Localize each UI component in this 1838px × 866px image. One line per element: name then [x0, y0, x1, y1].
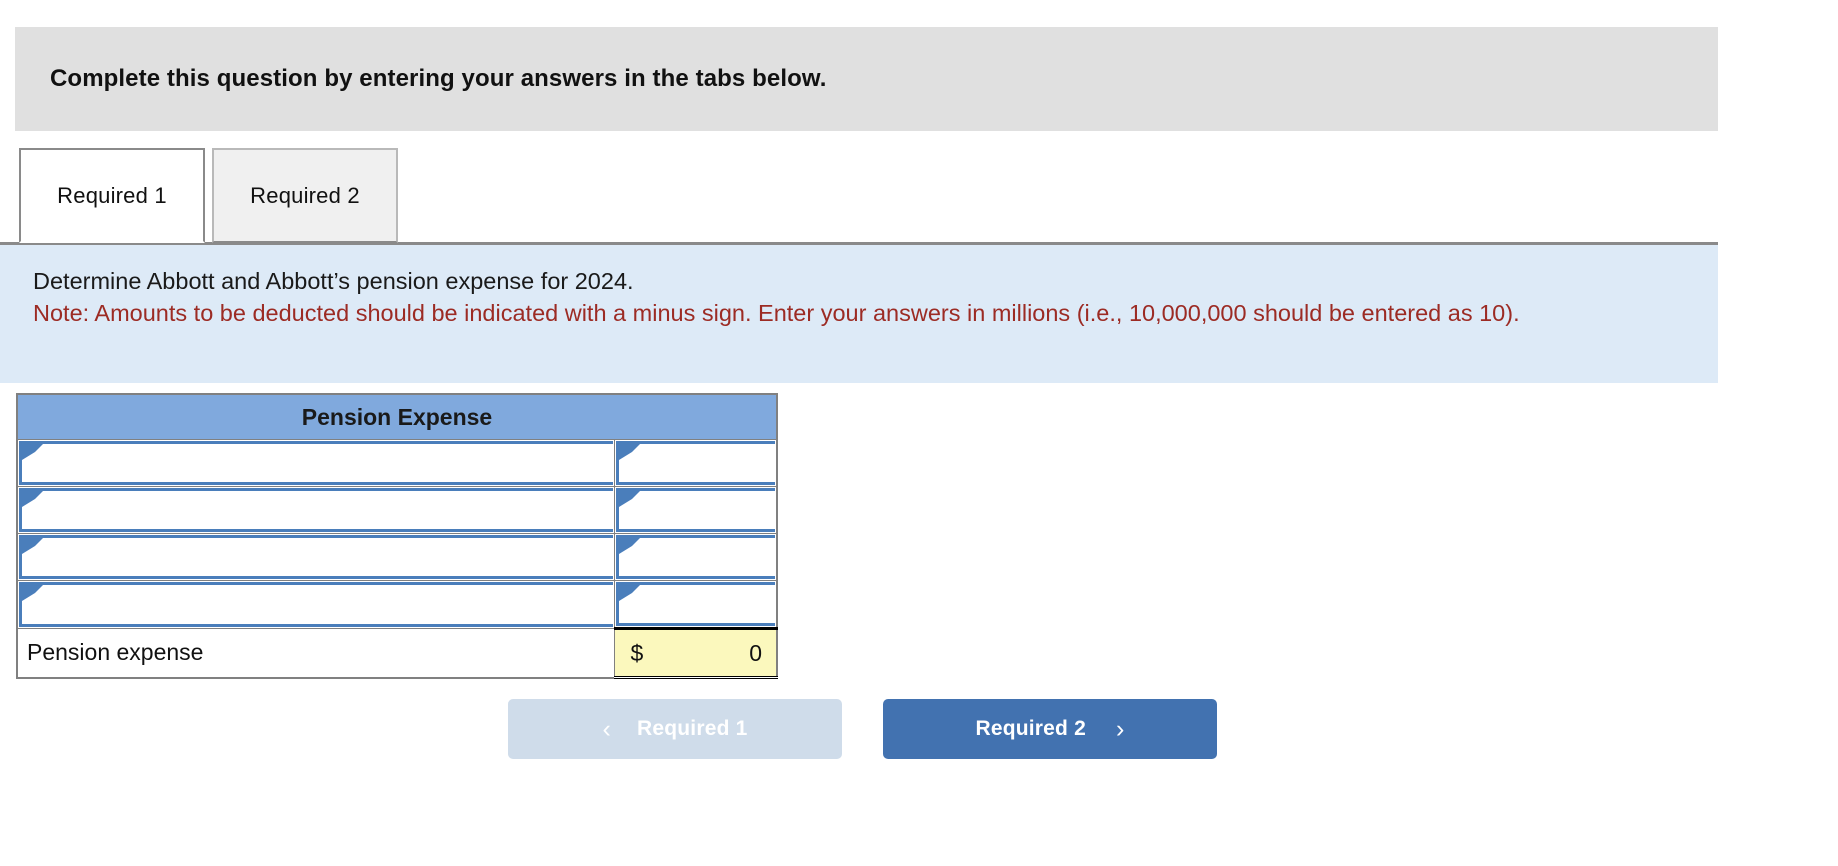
table-row: [16, 580, 778, 629]
tab-required-2-label: Required 2: [250, 182, 360, 208]
table-row: [16, 439, 778, 487]
row-2-label-cell[interactable]: [16, 486, 615, 534]
row-1-label-cell[interactable]: [16, 439, 615, 487]
tab-required-1[interactable]: Required 1: [19, 148, 205, 243]
total-value-wrapper: $ 0: [615, 630, 777, 676]
row-4-label-cell[interactable]: [16, 580, 615, 629]
row-4-amount-input[interactable]: [615, 582, 775, 626]
chevron-left-icon: ‹: [602, 714, 611, 743]
tab-required-2[interactable]: Required 2: [212, 148, 398, 243]
table-total-row: Pension expense $ 0: [16, 627, 778, 679]
table-row: [16, 533, 778, 581]
banner-text: Complete this question by entering your …: [50, 65, 827, 92]
dropdown-triangle-icon: [22, 538, 43, 554]
currency-symbol: $: [630, 639, 644, 666]
previous-button-label: Required 1: [637, 717, 748, 740]
row-3-label-input[interactable]: [19, 535, 613, 579]
dropdown-triangle-icon: [618, 585, 640, 601]
row-4-label-input[interactable]: [19, 582, 613, 627]
row-1-label-input[interactable]: [19, 441, 613, 485]
instruction-main-text: Determine Abbott and Abbott’s pension ex…: [33, 268, 634, 294]
dropdown-triangle-icon: [22, 444, 43, 460]
pension-expense-total-label: Pension expense: [16, 628, 615, 678]
tab-strip: Required 1 Required 2: [0, 148, 1718, 244]
dropdown-triangle-icon: [618, 491, 640, 507]
row-2-amount-cell[interactable]: [613, 486, 778, 534]
pension-expense-header: Pension Expense: [16, 393, 778, 440]
row-4-amount-cell[interactable]: [613, 580, 778, 629]
instructions-panel: Determine Abbott and Abbott’s pension ex…: [0, 243, 1718, 383]
chevron-right-icon: ›: [1116, 714, 1125, 743]
pension-expense-total-cell: $ 0: [613, 627, 778, 679]
table-header-row: Pension Expense: [16, 393, 778, 440]
pension-expense-table: Pension Expense Pension expense $ 0: [16, 393, 778, 679]
row-2-amount-input[interactable]: [615, 488, 775, 532]
row-2-label-input[interactable]: [19, 488, 613, 532]
question-banner: Complete this question by entering your …: [15, 27, 1718, 131]
row-1-amount-cell[interactable]: [613, 439, 778, 487]
dropdown-triangle-icon: [618, 538, 640, 554]
row-3-amount-input[interactable]: [615, 535, 775, 579]
table-row: [16, 486, 778, 534]
next-button-label: Required 2: [975, 717, 1086, 740]
instruction-note-text: Note: Amounts to be deducted should be i…: [33, 300, 1520, 326]
dropdown-triangle-icon: [22, 491, 43, 507]
row-1-amount-input[interactable]: [615, 441, 775, 485]
row-3-label-cell[interactable]: [16, 533, 615, 581]
tab-required-1-label: Required 1: [57, 182, 167, 208]
previous-required-1-button[interactable]: ‹ Required 1: [508, 699, 842, 759]
dropdown-triangle-icon: [618, 444, 640, 460]
next-required-2-button[interactable]: Required 2 ›: [883, 699, 1217, 759]
pension-expense-table-wrapper: Pension Expense Pension expense $ 0: [16, 393, 778, 679]
dropdown-triangle-icon: [22, 585, 43, 601]
total-amount-value: 0: [749, 639, 762, 666]
row-3-amount-cell[interactable]: [613, 533, 778, 581]
